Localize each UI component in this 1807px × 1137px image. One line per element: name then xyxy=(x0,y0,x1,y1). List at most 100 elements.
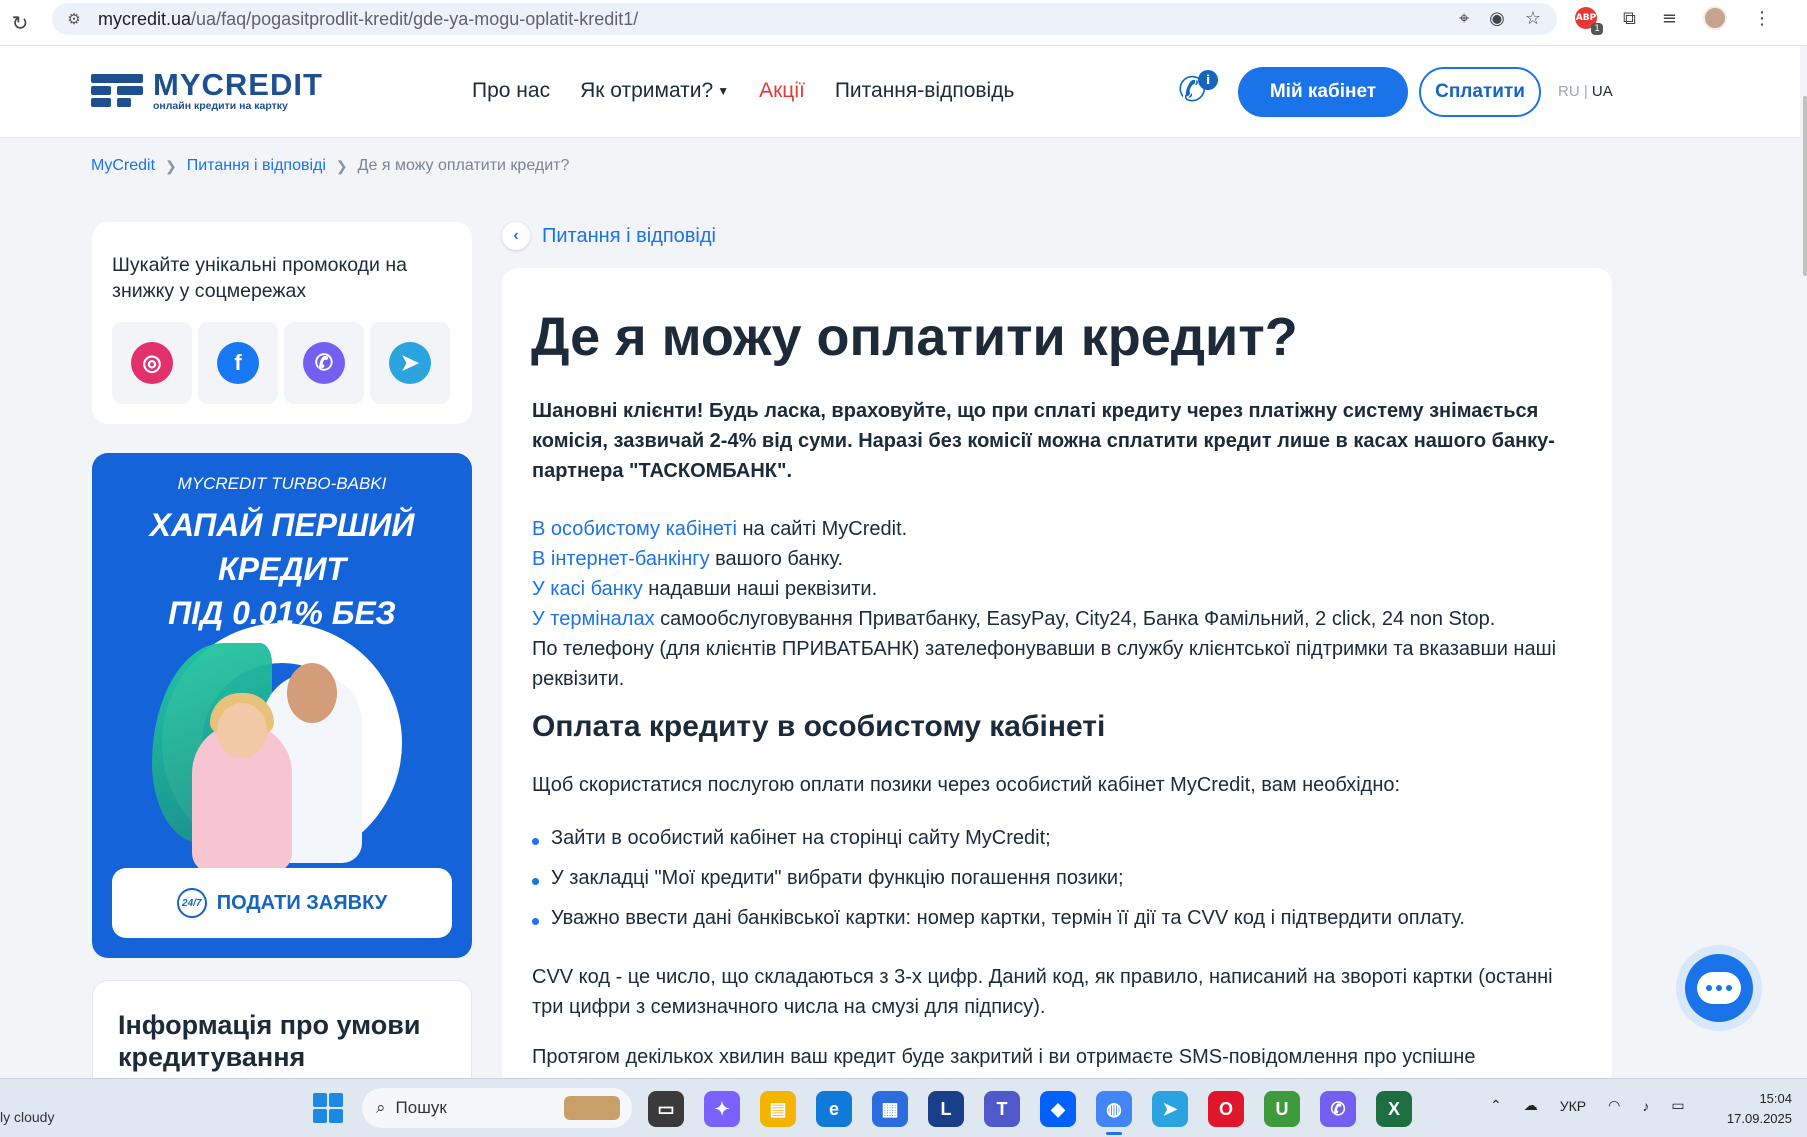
logo-title: MYCREDIT xyxy=(153,67,323,102)
location-blocked-icon[interactable]: ⌖ xyxy=(1459,8,1469,29)
weather-widget[interactable]: ly cloudy xyxy=(0,1109,54,1125)
clock[interactable]: 15:04 17.09.2025 xyxy=(1722,1089,1792,1129)
instagram-icon: ◎ xyxy=(131,342,173,384)
clock-date: 17.09.2025 xyxy=(1726,1111,1792,1126)
url-text[interactable]: mycredit.ua/ua/faq/pogasitprodlit-kredit… xyxy=(98,9,638,30)
profile-avatar[interactable] xyxy=(1702,6,1727,30)
chevron-right-icon: ❯ xyxy=(335,157,348,174)
extensions-icon[interactable]: ⧉ xyxy=(1623,8,1636,29)
taskbar-search-label: Пошук xyxy=(395,1098,447,1117)
promo-codes-title: Шукайте унікальні промокоди на знижку у … xyxy=(112,254,407,302)
info-badge: i xyxy=(1198,70,1218,90)
breadcrumb-current: Де я можу оплатити кредит? xyxy=(357,157,570,174)
volume-icon[interactable]: ♪ xyxy=(1642,1098,1649,1114)
breadcrumb-home[interactable]: MyCredit xyxy=(91,157,155,175)
lang-ua[interactable]: UA xyxy=(1592,83,1613,100)
commission-notice: Шановні клієнти! Будь ласка, враховуйте,… xyxy=(532,400,1555,482)
tracking-blocked-icon[interactable]: ◉ xyxy=(1489,8,1505,29)
logo-mark-icon xyxy=(91,70,143,112)
teams-icon[interactable]: T xyxy=(984,1091,1020,1127)
link-personal-cabinet[interactable]: В особистому кабінеті xyxy=(532,518,737,540)
store-icon[interactable]: ▦ xyxy=(872,1091,908,1127)
link-bank-cashier[interactable]: У касі банку xyxy=(532,578,643,600)
edge-icon[interactable]: e xyxy=(816,1091,852,1127)
page-scrollbar[interactable] xyxy=(1801,46,1807,1078)
browser-toolbar: ↻ ⚙ mycredit.ua/ua/faq/pogasitprodlit-kr… xyxy=(0,0,1807,46)
section-title: Оплата кредиту в особистому кабінеті xyxy=(532,710,1106,743)
final-note: Протягом декількох хвилин ваш кредит буд… xyxy=(532,1046,1476,1068)
phone-contact-button[interactable]: ✆ i xyxy=(1178,70,1220,114)
input-language[interactable]: УКР xyxy=(1560,1098,1586,1114)
list-item: У закладці "Мої кредити" вибрати функцію… xyxy=(532,858,1465,898)
promo-banner[interactable]: MYCREDIT TURBO-BABKI ХАПАЙ ПЕРШИЙ КРЕДИТ… xyxy=(92,453,472,958)
steps-list: Зайти в особистий кабінет на сторінці са… xyxy=(532,818,1465,938)
telegram-taskbar-icon[interactable]: ➤ xyxy=(1152,1091,1188,1127)
viber-icon: ✆ xyxy=(303,342,345,384)
lang-ru[interactable]: RU xyxy=(1558,83,1580,100)
phone-way: По телефону (для клієнтів ПРИВАТБАНК) за… xyxy=(532,638,1557,690)
file-explorer-icon[interactable]: ▤ xyxy=(760,1091,796,1127)
my-cabinet-button[interactable]: Мій кабінет xyxy=(1238,67,1408,117)
list-item: Уважно ввести дані банківської картки: н… xyxy=(532,898,1465,938)
menu-icon[interactable]: ⋮ xyxy=(1753,8,1771,29)
nav-promotions[interactable]: Акції xyxy=(759,79,805,103)
cvv-note: CVV код - це число, що складаються з 3-х… xyxy=(532,966,1553,1018)
clock-24-7-icon: 24/7 xyxy=(176,888,207,918)
media-controls-icon[interactable]: ≡ xyxy=(1662,8,1677,29)
chrome-icon[interactable]: ◍ xyxy=(1096,1091,1132,1135)
list-item: Зайти в особистий кабінет на сторінці са… xyxy=(532,818,1465,858)
nav-how-to-get[interactable]: Як отримати? ▼ xyxy=(580,79,729,103)
windows-taskbar: ly cloudy ⌕ Пошук ▭ ✦ ▤ e ▦ L T ◆ ◍ ➤ O … xyxy=(0,1078,1807,1137)
pay-button[interactable]: Сплатити xyxy=(1419,67,1541,117)
site-header: MYCREDIT онлайн кредити на картку Про на… xyxy=(0,46,1800,138)
windows-start-icon[interactable] xyxy=(313,1093,343,1123)
instagram-link[interactable]: ◎ xyxy=(112,322,192,404)
taskbar-apps: ▭ ✦ ▤ e ▦ L T ◆ ◍ ➤ O U ✆ X xyxy=(648,1091,1412,1135)
copilot-icon[interactable]: ✦ xyxy=(704,1091,740,1127)
mycredit-logo[interactable]: MYCREDIT онлайн кредити на картку xyxy=(91,67,323,112)
clock-time: 15:04 xyxy=(1759,1091,1792,1106)
breadcrumb-faq[interactable]: Питання і відповіді xyxy=(187,157,326,175)
banner-tag: MYCREDIT TURBO-BABKI xyxy=(177,474,387,493)
section-intro: Щоб скористатися послугою оплати позики … xyxy=(532,774,1401,796)
link-terminals[interactable]: У терміналах xyxy=(532,608,655,630)
l-app-icon[interactable]: L xyxy=(928,1091,964,1127)
chevron-left-icon: ‹ xyxy=(502,222,530,250)
nav-about[interactable]: Про нас xyxy=(472,79,550,103)
viber-link[interactable]: ✆ xyxy=(284,322,364,404)
back-to-faq-link[interactable]: ‹ Питання і відповіді xyxy=(502,222,716,250)
link-internet-banking[interactable]: В інтернет-банкінгу xyxy=(532,548,710,570)
breadcrumb: MyCredit ❯ Питання і відповіді ❯ Де я мо… xyxy=(91,157,569,175)
reload-icon[interactable]: ↻ xyxy=(0,11,40,35)
chevron-down-icon: ▼ xyxy=(717,84,730,99)
chat-widget-button[interactable] xyxy=(1676,945,1762,1031)
telegram-link[interactable]: ➤ xyxy=(370,322,450,404)
social-links: ◎ f ✆ ➤ xyxy=(112,322,450,404)
promo-codes-card: Шукайте унікальні промокоди на знижку у … xyxy=(92,222,472,424)
task-view-icon[interactable]: ▭ xyxy=(648,1091,684,1127)
taskbar-search[interactable]: ⌕ Пошук xyxy=(362,1088,632,1128)
opera-icon[interactable]: O xyxy=(1208,1091,1244,1127)
adblock-extension-icon[interactable]: ABP 1 xyxy=(1575,7,1603,35)
address-bar[interactable]: ⚙ mycredit.ua/ua/faq/pogasitprodlit-kred… xyxy=(52,3,1557,35)
search-icon: ⌕ xyxy=(376,1098,386,1117)
viber-taskbar-icon[interactable]: ✆ xyxy=(1320,1091,1356,1127)
credit-terms-title: Інформація про умови кредитування xyxy=(118,1010,421,1072)
facebook-link[interactable]: f xyxy=(198,322,278,404)
credit-terms-card: Інформація про умови кредитування xyxy=(92,980,472,1080)
battery-icon[interactable]: ▭ xyxy=(1671,1097,1684,1114)
excel-icon[interactable]: X xyxy=(1376,1091,1412,1127)
upwork-icon[interactable]: U xyxy=(1264,1091,1300,1127)
bookmark-star-icon[interactable]: ☆ xyxy=(1525,8,1541,29)
site-info-icon[interactable]: ⚙ xyxy=(58,10,90,28)
dropbox-icon[interactable]: ◆ xyxy=(1040,1091,1076,1127)
banner-illustration xyxy=(152,623,402,873)
nav-faq[interactable]: Питання-відповідь xyxy=(835,79,1015,103)
onedrive-icon[interactable]: ☁ xyxy=(1524,1097,1538,1114)
wifi-icon[interactable]: ◠ xyxy=(1608,1097,1620,1114)
system-tray: ⌃ ☁ УКР ◠ ♪ ▭ xyxy=(1490,1097,1685,1114)
apply-button[interactable]: 24/7 ПОДАТИ ЗАЯВКУ xyxy=(112,868,452,938)
show-hidden-icons-icon[interactable]: ⌃ xyxy=(1490,1097,1502,1114)
telegram-icon: ➤ xyxy=(389,342,431,384)
payment-ways: В особистому кабінеті на сайті MyCredit.… xyxy=(532,514,1572,694)
